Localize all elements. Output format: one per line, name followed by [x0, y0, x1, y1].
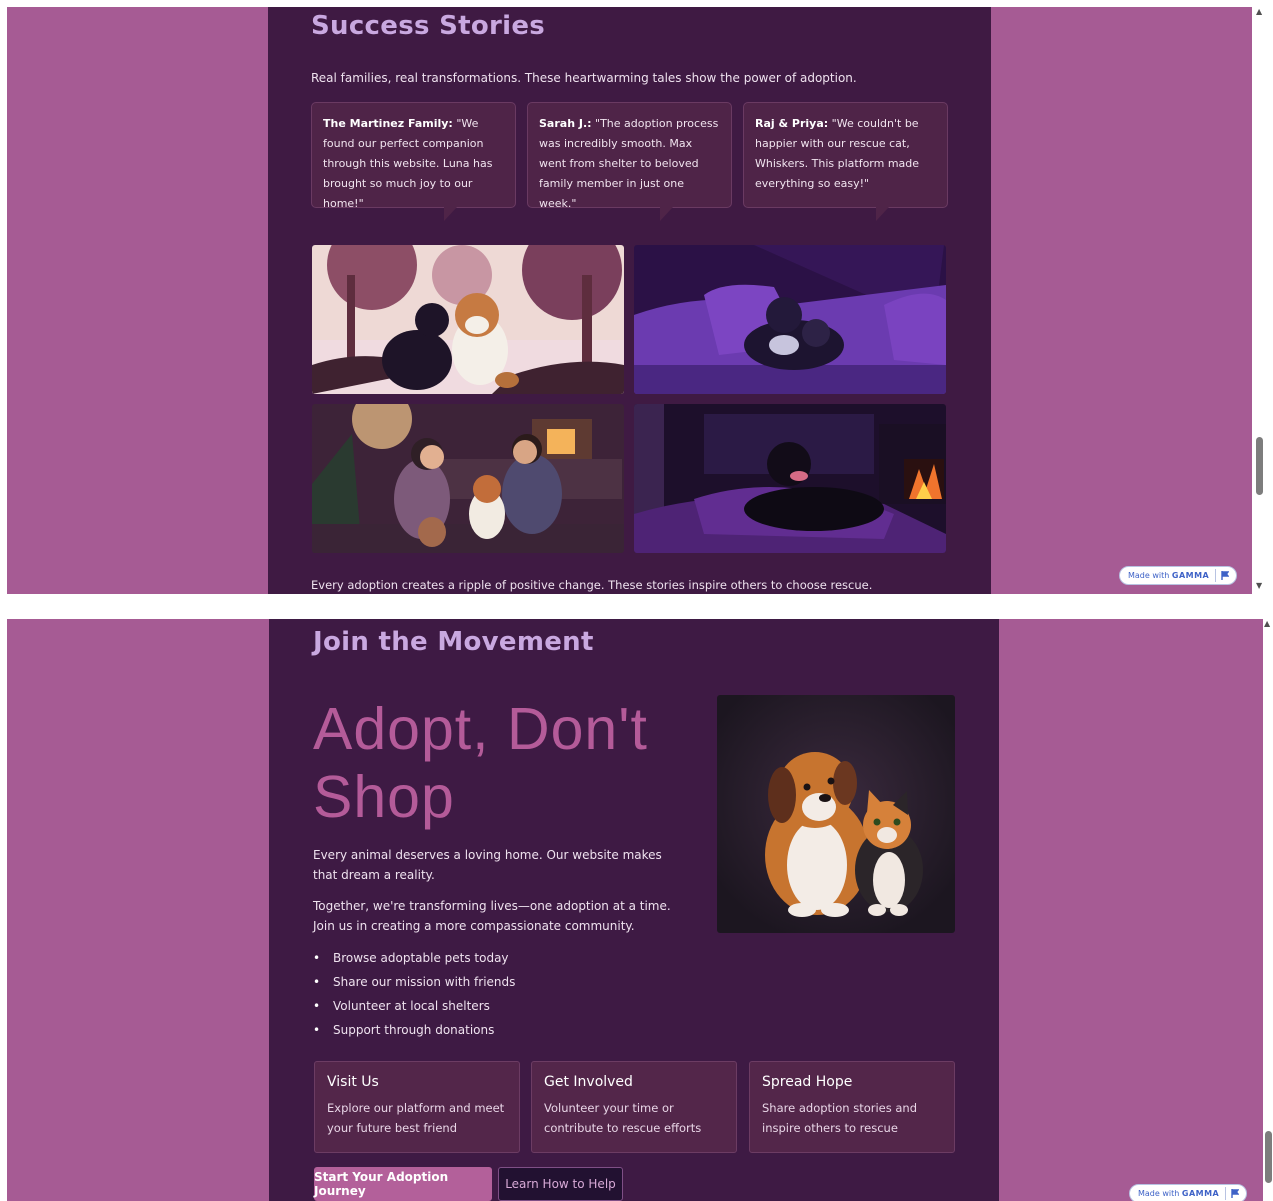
testimonial-name: The Martinez Family:: [323, 117, 453, 130]
list-item: Volunteer at local shelters: [313, 994, 515, 1018]
flag-icon[interactable]: [1221, 571, 1230, 580]
photo-dog-fireplace: [634, 404, 946, 553]
photo-dogs-forest: [312, 245, 624, 394]
info-card-hope: Spread Hope Share adoption stories and i…: [749, 1061, 955, 1153]
badge-prefix: Made with: [1128, 571, 1170, 580]
info-card-description: Share adoption stories and inspire other…: [762, 1101, 918, 1135]
testimonial-quote: "We found our perfect companion through …: [323, 117, 493, 210]
section-intro: Real families, real transformations. The…: [311, 71, 857, 85]
speech-tail: [660, 207, 673, 221]
badge-divider: [1215, 569, 1217, 582]
screen-join-movement: Join the Movement Adopt, Don't Shop Ever…: [7, 619, 1263, 1201]
hero-title: Adopt, Don't Shop: [313, 695, 648, 831]
photo-family-puppy: [312, 404, 624, 553]
info-card-title: Get Involved: [544, 1074, 633, 1090]
info-card-title: Spread Hope: [762, 1074, 853, 1090]
testimonial-name: Raj & Priya:: [755, 117, 829, 130]
paragraph-1: Every animal deserves a loving home. Our…: [313, 848, 662, 882]
join-movement-card: Join the Movement Adopt, Don't Shop Ever…: [269, 619, 999, 1201]
success-stories-card: Success Stories Real families, real tran…: [268, 7, 991, 594]
photo-dog-and-cat: [717, 695, 955, 933]
info-card-visit: Visit Us Explore our platform and meet y…: [314, 1061, 520, 1153]
list-item: Support through donations: [313, 1018, 515, 1042]
testimonial-quote: "The adoption process was incredibly smo…: [539, 117, 719, 210]
made-with-gamma-badge[interactable]: Made with GAMMA: [1129, 1184, 1247, 1201]
list-item: Browse adoptable pets today: [313, 946, 515, 970]
testimonial-name: Sarah J.:: [539, 117, 592, 130]
speech-tail: [444, 207, 457, 221]
scroll-thumb[interactable]: [1256, 437, 1263, 495]
action-list: Browse adoptable pets today Share our mi…: [313, 946, 515, 1042]
scrollbar-vertical[interactable]: ▲ ▼: [1252, 7, 1272, 594]
family-puppy-illustration: [312, 404, 624, 553]
scroll-up-arrow[interactable]: ▲: [1264, 619, 1270, 628]
section-title: Success Stories: [311, 11, 546, 41]
testimonial-card: Raj & Priya: "We couldn't be happier wit…: [743, 102, 948, 221]
info-card-description: Explore our platform and meet your futur…: [327, 1101, 505, 1135]
badge-brand: GAMMA: [1181, 1189, 1220, 1198]
badge-brand: GAMMA: [1171, 571, 1210, 580]
list-item: Share our mission with friends: [313, 970, 515, 994]
testimonial-card: Sarah J.: "The adoption process was incr…: [527, 102, 732, 221]
made-with-gamma-badge[interactable]: Made with GAMMA: [1119, 566, 1237, 585]
section-footer-text: Every adoption creates a ripple of posit…: [311, 578, 873, 592]
scrollbar-vertical[interactable]: ▲: [1263, 619, 1273, 1201]
photo-cats-couch: [634, 245, 946, 394]
start-adoption-button[interactable]: Start Your Adoption Journey: [314, 1167, 492, 1201]
cats-couch-illustration: [634, 245, 946, 394]
hero-title-line1: Adopt, Don't: [313, 696, 648, 762]
learn-how-button[interactable]: Learn How to Help: [498, 1167, 623, 1201]
dog-cat-illustration: [717, 695, 955, 933]
badge-divider: [1225, 1187, 1227, 1200]
testimonial-card: The Martinez Family: "We found our perfe…: [311, 102, 516, 221]
flag-icon[interactable]: [1231, 1189, 1240, 1198]
scroll-thumb[interactable]: [1265, 1131, 1272, 1183]
section-title: Join the Movement: [313, 627, 594, 657]
scroll-down-arrow[interactable]: ▼: [1256, 581, 1262, 590]
speech-tail: [876, 207, 889, 221]
dogs-forest-illustration: [312, 245, 624, 394]
info-card-title: Visit Us: [327, 1074, 379, 1090]
dog-fireplace-illustration: [634, 404, 946, 553]
paragraph-2: Together, we're transforming lives—one a…: [313, 899, 671, 933]
info-card-description: Volunteer your time or contribute to res…: [544, 1101, 702, 1135]
hero-title-line2: Shop: [313, 764, 455, 830]
info-card-involved: Get Involved Volunteer your time or cont…: [531, 1061, 737, 1153]
scroll-up-arrow[interactable]: ▲: [1256, 7, 1262, 16]
screen-success-stories: Success Stories Real families, real tran…: [7, 7, 1252, 594]
badge-prefix: Made with: [1138, 1189, 1180, 1198]
